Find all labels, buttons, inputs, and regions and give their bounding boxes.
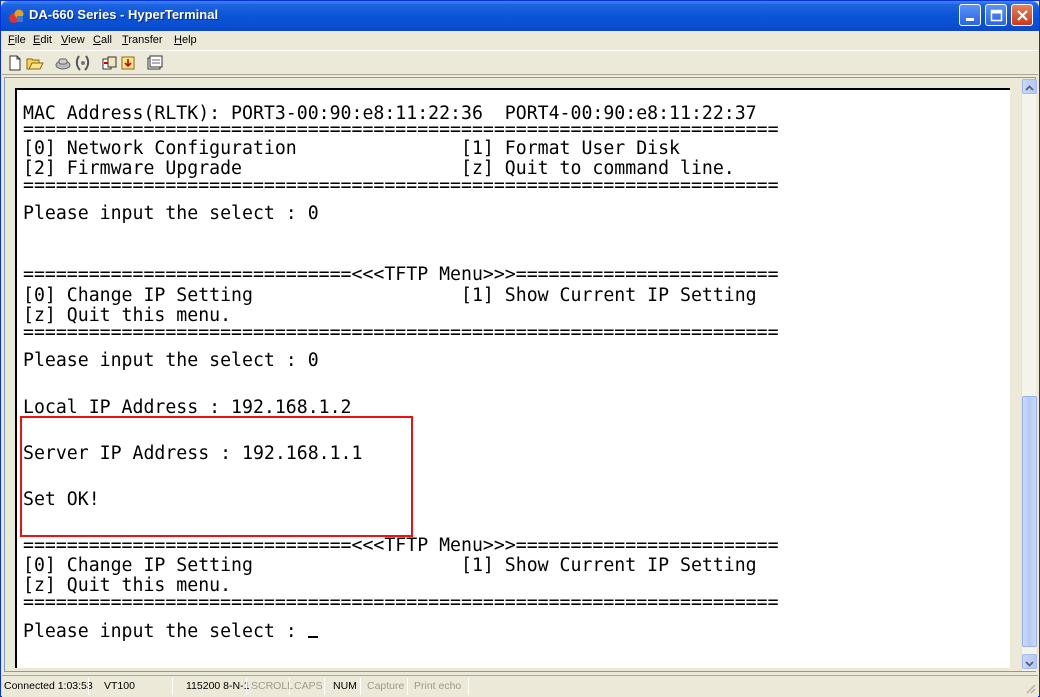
minimize-icon <box>966 18 974 21</box>
properties-icon[interactable] <box>146 54 164 72</box>
status-connected-time: Connected 1:03:53 <box>4 680 93 692</box>
maximize-button[interactable] <box>985 4 1007 26</box>
send-icon[interactable] <box>100 54 118 72</box>
terminal-client-area: MAC Address(RLTK): PORT3-00:90:e8:11:22:… <box>4 77 1037 672</box>
terminal-line: ========================================… <box>23 322 779 343</box>
status-num-lock: NUM <box>333 680 357 692</box>
status-divider <box>324 678 325 695</box>
menu-transfer[interactable]: Transfer <box>122 34 163 46</box>
terminal-line: ========================================… <box>23 175 779 196</box>
terminal-line: [0] Change IP Setting [1] Show Current I… <box>23 285 757 306</box>
hyperterminal-window: DA-660 Series - HyperTerminal File Edit … <box>0 0 1040 697</box>
text-cursor <box>307 636 318 638</box>
status-divider <box>172 678 173 695</box>
highlight-annotation-box <box>20 416 413 537</box>
menu-call[interactable]: Call <box>93 34 112 46</box>
status-emulation: VT100 <box>104 680 135 692</box>
close-button[interactable] <box>1011 4 1033 26</box>
call-icon[interactable] <box>54 54 72 72</box>
toolbar <box>2 50 1038 75</box>
hyperterminal-app-icon <box>9 9 24 23</box>
title-bar[interactable]: DA-660 Series - HyperTerminal <box>1 1 1039 31</box>
terminal-line: ========================================… <box>23 592 779 613</box>
terminal-line: Local IP Address : 192.168.1.2 <box>23 397 352 418</box>
arrow-down-icon <box>1025 661 1034 667</box>
status-caps-lock: CAPS <box>294 680 323 692</box>
status-divider <box>407 678 408 695</box>
resize-grip-icon[interactable] <box>1024 682 1036 694</box>
status-print-echo: Print echo <box>414 680 462 692</box>
status-port-settings: 115200 8-N-1 <box>186 680 250 692</box>
menu-file-mnemonic: F <box>8 34 15 46</box>
terminal-line: ==============================<<<TFTP Me… <box>23 264 779 285</box>
terminal-line: Please input the select : 0 <box>23 203 319 224</box>
scrollbar-thumb[interactable] <box>1022 396 1037 647</box>
status-divider <box>88 678 89 695</box>
menu-bar: File Edit View Call Transfer Help <box>2 31 1038 50</box>
menu-file[interactable]: File <box>8 34 26 46</box>
terminal-line: Please input the select : 0 <box>23 350 319 371</box>
status-divider <box>246 678 247 695</box>
status-divider <box>468 678 469 695</box>
menu-call-mnemonic: C <box>93 34 101 46</box>
menu-help[interactable]: Help <box>174 34 197 46</box>
menu-edit-mnemonic: E <box>33 34 41 46</box>
arrow-up-icon <box>1025 85 1034 91</box>
scroll-down-button[interactable] <box>1022 654 1037 669</box>
status-capture: Capture <box>367 680 405 692</box>
terminal-line: ==============================<<<TFTP Me… <box>23 535 779 556</box>
new-icon[interactable] <box>6 54 24 72</box>
menu-view[interactable]: View <box>61 34 85 46</box>
open-icon[interactable] <box>26 54 44 72</box>
status-scroll-lock: SCROLL <box>251 680 294 692</box>
terminal-line: ========================================… <box>23 119 779 140</box>
maximize-icon <box>990 9 1003 22</box>
scroll-up-button[interactable] <box>1022 79 1037 94</box>
terminal-screen[interactable]: MAC Address(RLTK): PORT3-00:90:e8:11:22:… <box>15 88 1010 668</box>
menu-transfer-mnemonic: T <box>122 34 129 46</box>
status-divider <box>360 678 361 695</box>
menu-edit[interactable]: Edit <box>33 34 52 46</box>
disconnect-icon[interactable] <box>74 54 92 72</box>
close-icon <box>1017 10 1028 21</box>
terminal-prompt-line: Please input the select : <box>23 622 318 642</box>
terminal-line: [0] Network Configuration [1] Format Use… <box>23 138 680 159</box>
menu-view-mnemonic: V <box>61 34 69 46</box>
menu-help-mnemonic: H <box>174 34 182 46</box>
terminal-prompt-text: Please input the select : <box>23 621 308 642</box>
status-divider <box>289 678 290 695</box>
terminal-line: [0] Change IP Setting [1] Show Current I… <box>23 555 757 576</box>
minimize-button[interactable] <box>959 4 981 26</box>
receive-icon[interactable] <box>120 54 138 72</box>
status-bar: Connected 1:03:53 VT100 115200 8-N-1 SCR… <box>2 675 1038 697</box>
window-title: DA-660 Series - HyperTerminal <box>29 7 219 22</box>
vertical-scrollbar[interactable] <box>1021 79 1037 671</box>
